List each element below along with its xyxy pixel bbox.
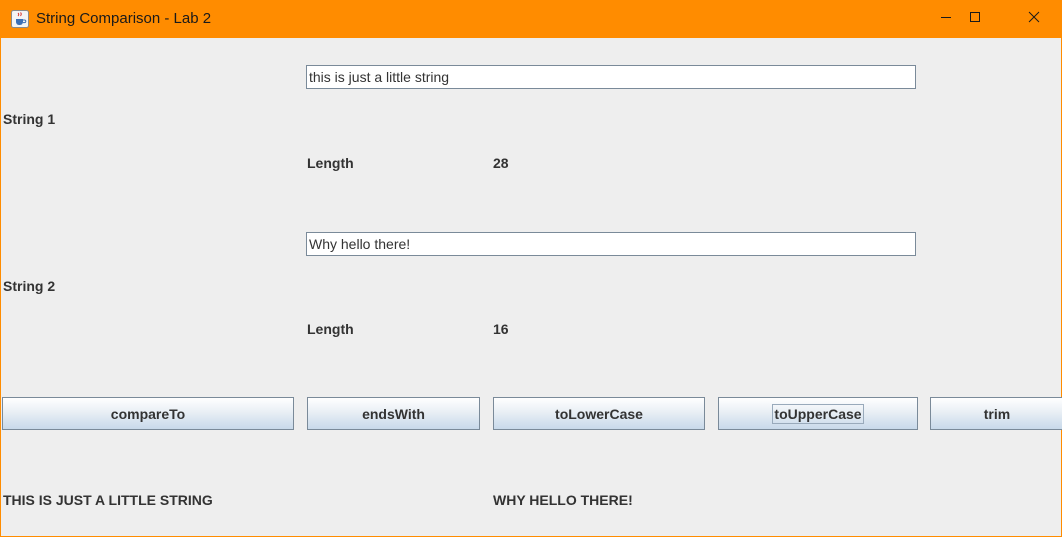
trim-label: trim	[983, 405, 1011, 422]
ends-with-button[interactable]: endsWith	[307, 397, 480, 430]
string2-length-label: Length	[307, 321, 354, 337]
maximize-button[interactable]	[946, 0, 1004, 38]
result2-text: WHY HELLO THERE!	[493, 492, 633, 508]
close-icon	[1028, 10, 1040, 28]
title-bar[interactable]: String Comparison - Lab 2	[1, 0, 1062, 38]
string1-length-value: 28	[493, 155, 509, 171]
app-window: String Comparison - Lab 2 String 1 Lengt…	[0, 0, 1062, 537]
trim-button[interactable]: trim	[930, 397, 1062, 430]
compare-to-label: compareTo	[110, 405, 186, 422]
string1-label: String 1	[3, 111, 56, 127]
java-cup-icon	[11, 10, 29, 28]
to-lower-case-button[interactable]: toLowerCase	[493, 397, 705, 430]
string1-length-label: Length	[307, 155, 354, 171]
string2-input[interactable]	[306, 232, 916, 256]
maximize-icon	[969, 10, 981, 28]
compare-to-button[interactable]: compareTo	[2, 397, 294, 430]
string2-length-value: 16	[493, 321, 509, 337]
result1-text: THIS IS JUST A LITTLE STRING	[3, 492, 213, 508]
string1-input[interactable]	[306, 65, 916, 89]
ends-with-label: endsWith	[362, 405, 425, 422]
string2-label: String 2	[3, 278, 56, 294]
to-lower-case-label: toLowerCase	[555, 405, 643, 422]
to-upper-case-button[interactable]: toUpperCase	[718, 397, 918, 430]
close-button[interactable]	[1005, 0, 1062, 38]
window-title: String Comparison - Lab 2	[36, 10, 212, 27]
to-upper-case-label: toUpperCase	[772, 403, 864, 424]
